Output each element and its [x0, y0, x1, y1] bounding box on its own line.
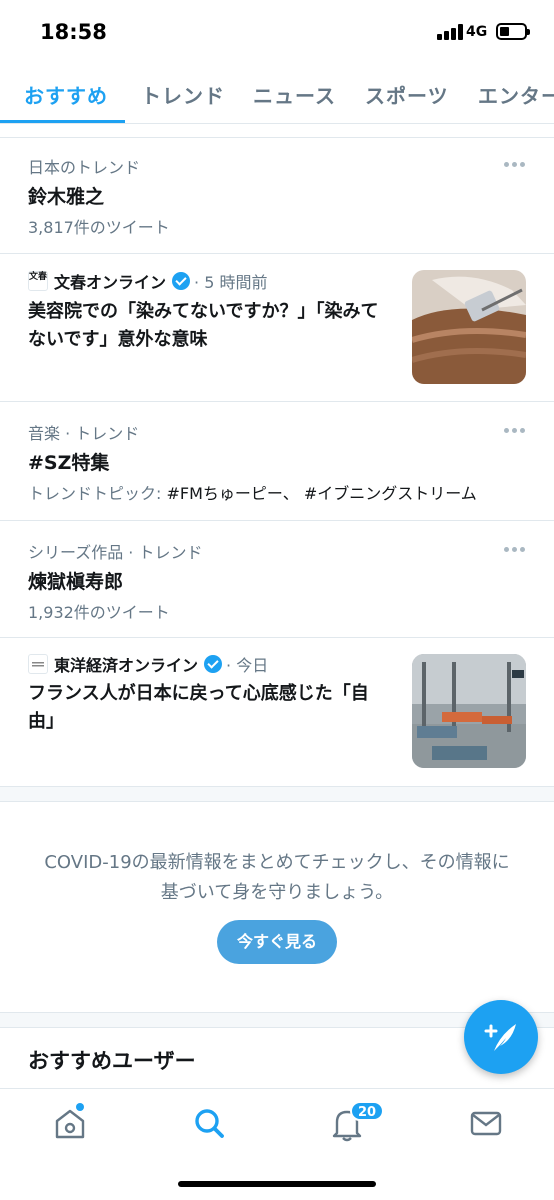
- tweet-count: 3,817件のツイート: [28, 218, 170, 237]
- news-headline: フランス人が日本に戻って心底感じた「自由」: [28, 683, 369, 732]
- news-item[interactable]: 東洋経済オンライン · 今日 フランス人が日本に戻って心底感じた「自由」: [0, 638, 554, 786]
- source-logo: [28, 654, 48, 674]
- source-name: 東洋経済オンライン: [54, 656, 199, 675]
- more-icon[interactable]: [504, 547, 526, 553]
- trend-category: 日本のトレンド: [28, 158, 141, 177]
- view-now-button[interactable]: 今すぐ見る: [217, 920, 337, 964]
- signal-icon: [437, 24, 463, 40]
- trend-title: #SZ特集: [28, 452, 110, 474]
- tab-trends[interactable]: トレンド: [141, 80, 225, 109]
- section-divider: [0, 786, 554, 802]
- verified-icon: [172, 272, 191, 290]
- battery-icon: [496, 23, 530, 40]
- news-source: 文春 文春オンライン · 5 時間前: [28, 270, 267, 292]
- trend-item[interactable]: 音楽 · トレンド #SZ特集 トレンドトピック: #FMちゅーピー、 #イブニ…: [0, 402, 554, 520]
- search-icon: [195, 1109, 224, 1138]
- trend-topic-tags: #FMちゅーピー、 #イブニングストリーム: [166, 484, 477, 503]
- trend-category: 音楽 · トレンド: [28, 424, 140, 443]
- news-time: · 今日: [226, 656, 269, 675]
- compose-tweet-icon: [484, 1024, 516, 1051]
- trend-topic-label: トレンドトピック:: [28, 484, 167, 503]
- notifications-badge: 20: [350, 1101, 385, 1121]
- news-thumbnail: [412, 270, 526, 384]
- tab-news[interactable]: ニュース: [253, 80, 336, 109]
- explore-tabs: おすすめ トレンド ニュース スポーツ エンター: [0, 66, 554, 124]
- tab-indicator: [0, 120, 125, 123]
- news-time: · 5 時間前: [194, 273, 268, 292]
- status-time: 18:58: [40, 20, 107, 44]
- nav-search[interactable]: [189, 1103, 229, 1143]
- trend-item[interactable]: シリーズ作品 · トレンド 煉獄槇寿郎 1,932件のツイート: [0, 521, 554, 637]
- tab-recommended[interactable]: おすすめ: [24, 80, 108, 109]
- trend-item[interactable]: 日本のトレンド 鈴木雅之 3,817件のツイート: [0, 138, 554, 253]
- tab-entertainment[interactable]: エンター: [478, 80, 554, 109]
- compose-tweet-button[interactable]: [464, 1000, 538, 1074]
- trend-title: 鈴木雅之: [28, 186, 105, 208]
- more-icon[interactable]: [504, 162, 526, 168]
- nav-messages[interactable]: [466, 1103, 506, 1143]
- mail-icon: [470, 1111, 502, 1136]
- covid-message: COVID-19の最新情報をまとめてチェックし、その情報に基づいて身を守りましょ…: [44, 852, 510, 903]
- trend-title: 煉獄槇寿郎: [28, 571, 124, 593]
- status-bar: 18:58 4G: [0, 0, 554, 66]
- nav-home[interactable]: [50, 1103, 90, 1143]
- source-name: 文春オンライン: [54, 273, 167, 292]
- news-source: 東洋経済オンライン · 今日: [28, 653, 268, 675]
- network-type: 4G: [466, 24, 488, 40]
- trend-topics: トレンドトピック: #FMちゅーピー、 #イブニングストリーム: [28, 480, 477, 504]
- tweet-count: 1,932件のツイート: [28, 603, 170, 622]
- news-headline: 美容院での「染みてないですか？」「染みてないです」意外な意味: [28, 301, 379, 350]
- recommended-users-title: おすすめユーザー: [28, 1049, 196, 1073]
- trend-category: シリーズ作品 · トレンド: [28, 543, 203, 562]
- source-logo: 文春: [28, 271, 48, 291]
- tab-sports[interactable]: スポーツ: [365, 80, 449, 109]
- more-icon[interactable]: [504, 428, 526, 434]
- news-item[interactable]: 文春 文春オンライン · 5 時間前 美容院での「染みてないですか？」「染みてな…: [0, 254, 554, 401]
- news-thumbnail: [412, 654, 526, 768]
- verified-icon: [204, 655, 223, 673]
- home-indicator: [178, 1181, 376, 1187]
- home-icon: [55, 1103, 85, 1139]
